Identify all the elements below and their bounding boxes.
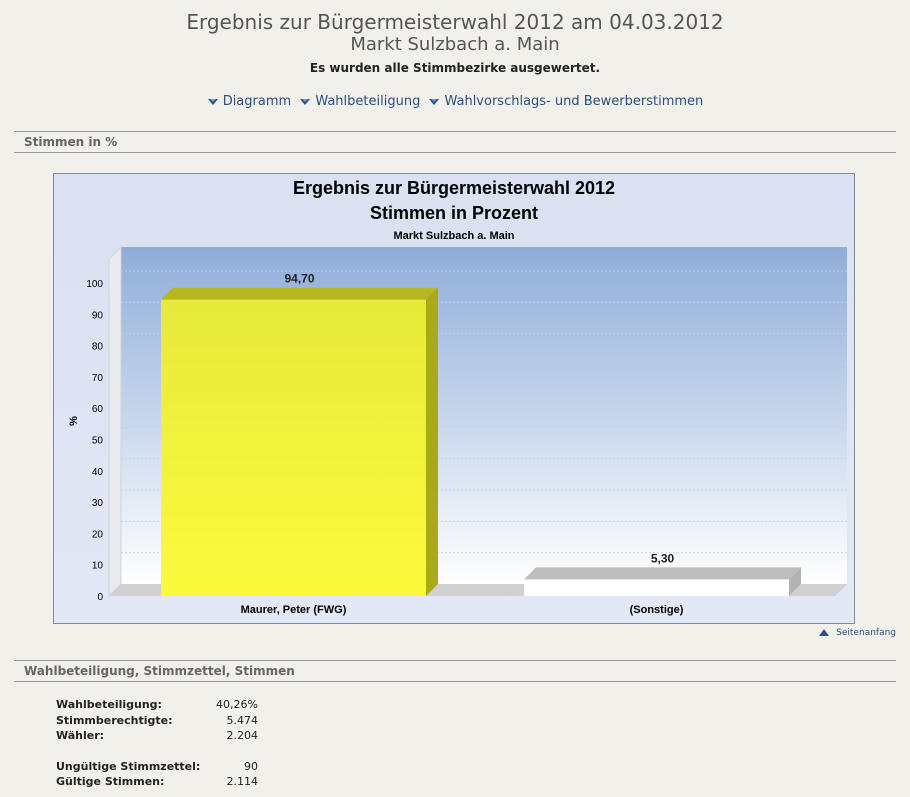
bar-0: 94,70 bbox=[161, 272, 438, 596]
nav-link-wahlbeteiligung[interactable]: Wahlbeteiligung bbox=[299, 94, 424, 109]
bar-value-label: 94,70 bbox=[284, 272, 314, 286]
section-header-wahlbeteiligung: Wahlbeteiligung, Stimmzettel, Stimmen bbox=[14, 660, 896, 682]
down-arrow-icon bbox=[300, 98, 311, 105]
stat-row-gueltig: Gültige Stimmen: 2.114 bbox=[56, 774, 258, 790]
y-tick-label: 50 bbox=[92, 436, 104, 447]
up-arrow-icon bbox=[819, 629, 830, 636]
evaluation-status: Es wurden alle Stimmbezirke ausgewertet. bbox=[309, 61, 601, 75]
chart-svg: Ergebnis zur Bürgermeisterwahl 2012 Stim… bbox=[53, 173, 855, 624]
section-header-stimmen: Stimmen in % bbox=[14, 131, 896, 153]
stat-row-wahlbeteiligung: Wahlbeteiligung: 40,26% bbox=[56, 697, 258, 713]
stat-label: Wahlbeteiligung: bbox=[56, 698, 162, 711]
page-subtitle: Markt Sulzbach a. Main bbox=[350, 34, 560, 55]
nav-link-bewerberstimmen[interactable]: Wahlvorschlags- und Bewerberstimmen bbox=[428, 94, 703, 109]
y-tick-label: 0 bbox=[97, 592, 103, 603]
nav-link-diagramm[interactable]: Diagramm bbox=[207, 94, 296, 109]
page-header: Ergebnis zur Bürgermeisterwahl 2012 am 0… bbox=[0, 10, 910, 75]
down-arrow-icon bbox=[207, 98, 218, 105]
bar-top bbox=[524, 567, 801, 580]
stat-label: Stimmberechtigte: bbox=[56, 713, 173, 727]
y-tick-label: 90 bbox=[92, 310, 104, 321]
chart-title: Ergebnis zur Bürgermeisterwahl 2012 bbox=[293, 178, 615, 198]
stat-value: 2.204 bbox=[226, 729, 259, 742]
turnout-table: Wahlbeteiligung: 40,26% Stimmberechtigte… bbox=[56, 697, 258, 790]
chart-subtitle: Stimmen in Prozent bbox=[370, 203, 538, 223]
stat-label: Ungültige Stimmzettel: bbox=[56, 759, 201, 773]
stat-value: 40,26% bbox=[216, 698, 258, 711]
down-arrow-icon bbox=[429, 98, 440, 105]
back-to-top-link[interactable]: Seitenanfang bbox=[818, 628, 896, 638]
chart-caption: Markt Sulzbach a. Main bbox=[393, 230, 514, 242]
y-axis-label: % bbox=[68, 416, 80, 426]
results-chart: Ergebnis zur Bürgermeisterwahl 2012 Stim… bbox=[53, 173, 855, 624]
page-title: Ergebnis zur Bürgermeisterwahl 2012 am 0… bbox=[186, 10, 724, 34]
x-tick-label: (Sonstige) bbox=[630, 604, 684, 616]
plot-side-wall bbox=[108, 245, 122, 598]
y-tick-label: 70 bbox=[92, 373, 104, 384]
y-tick-label: 80 bbox=[92, 342, 104, 353]
bar-face bbox=[524, 579, 789, 596]
x-tick-label: Maurer, Peter (FWG) bbox=[241, 604, 347, 616]
y-tick-label: 60 bbox=[92, 404, 104, 415]
y-tick-label: 40 bbox=[92, 467, 104, 478]
y-tick-label: 100 bbox=[86, 279, 103, 290]
stat-value: 2.114 bbox=[226, 775, 259, 788]
stat-row-stimmberechtigte: Stimmberechtigte: 5.474 bbox=[56, 713, 258, 729]
stat-spacer bbox=[56, 744, 258, 759]
bar-value-label: 5,30 bbox=[651, 551, 675, 565]
anchor-nav: Diagramm Wahlbeteiligung Wahlvorschlags-… bbox=[0, 94, 910, 109]
stat-value: 90 bbox=[244, 759, 258, 773]
stat-value: 5.474 bbox=[226, 713, 259, 727]
stat-row-ungueltig: Ungültige Stimmzettel: 90 bbox=[56, 759, 258, 775]
stat-label: Gültige Stimmen: bbox=[56, 775, 165, 788]
stat-row-waehler: Wähler: 2.204 bbox=[56, 728, 258, 744]
y-tick-label: 20 bbox=[92, 529, 104, 540]
y-tick-label: 30 bbox=[92, 498, 104, 509]
stat-label: Wähler: bbox=[56, 729, 105, 742]
bar-side bbox=[425, 287, 438, 596]
bar-face bbox=[161, 299, 426, 596]
bar-top bbox=[161, 287, 438, 300]
y-tick-label: 10 bbox=[92, 561, 104, 572]
